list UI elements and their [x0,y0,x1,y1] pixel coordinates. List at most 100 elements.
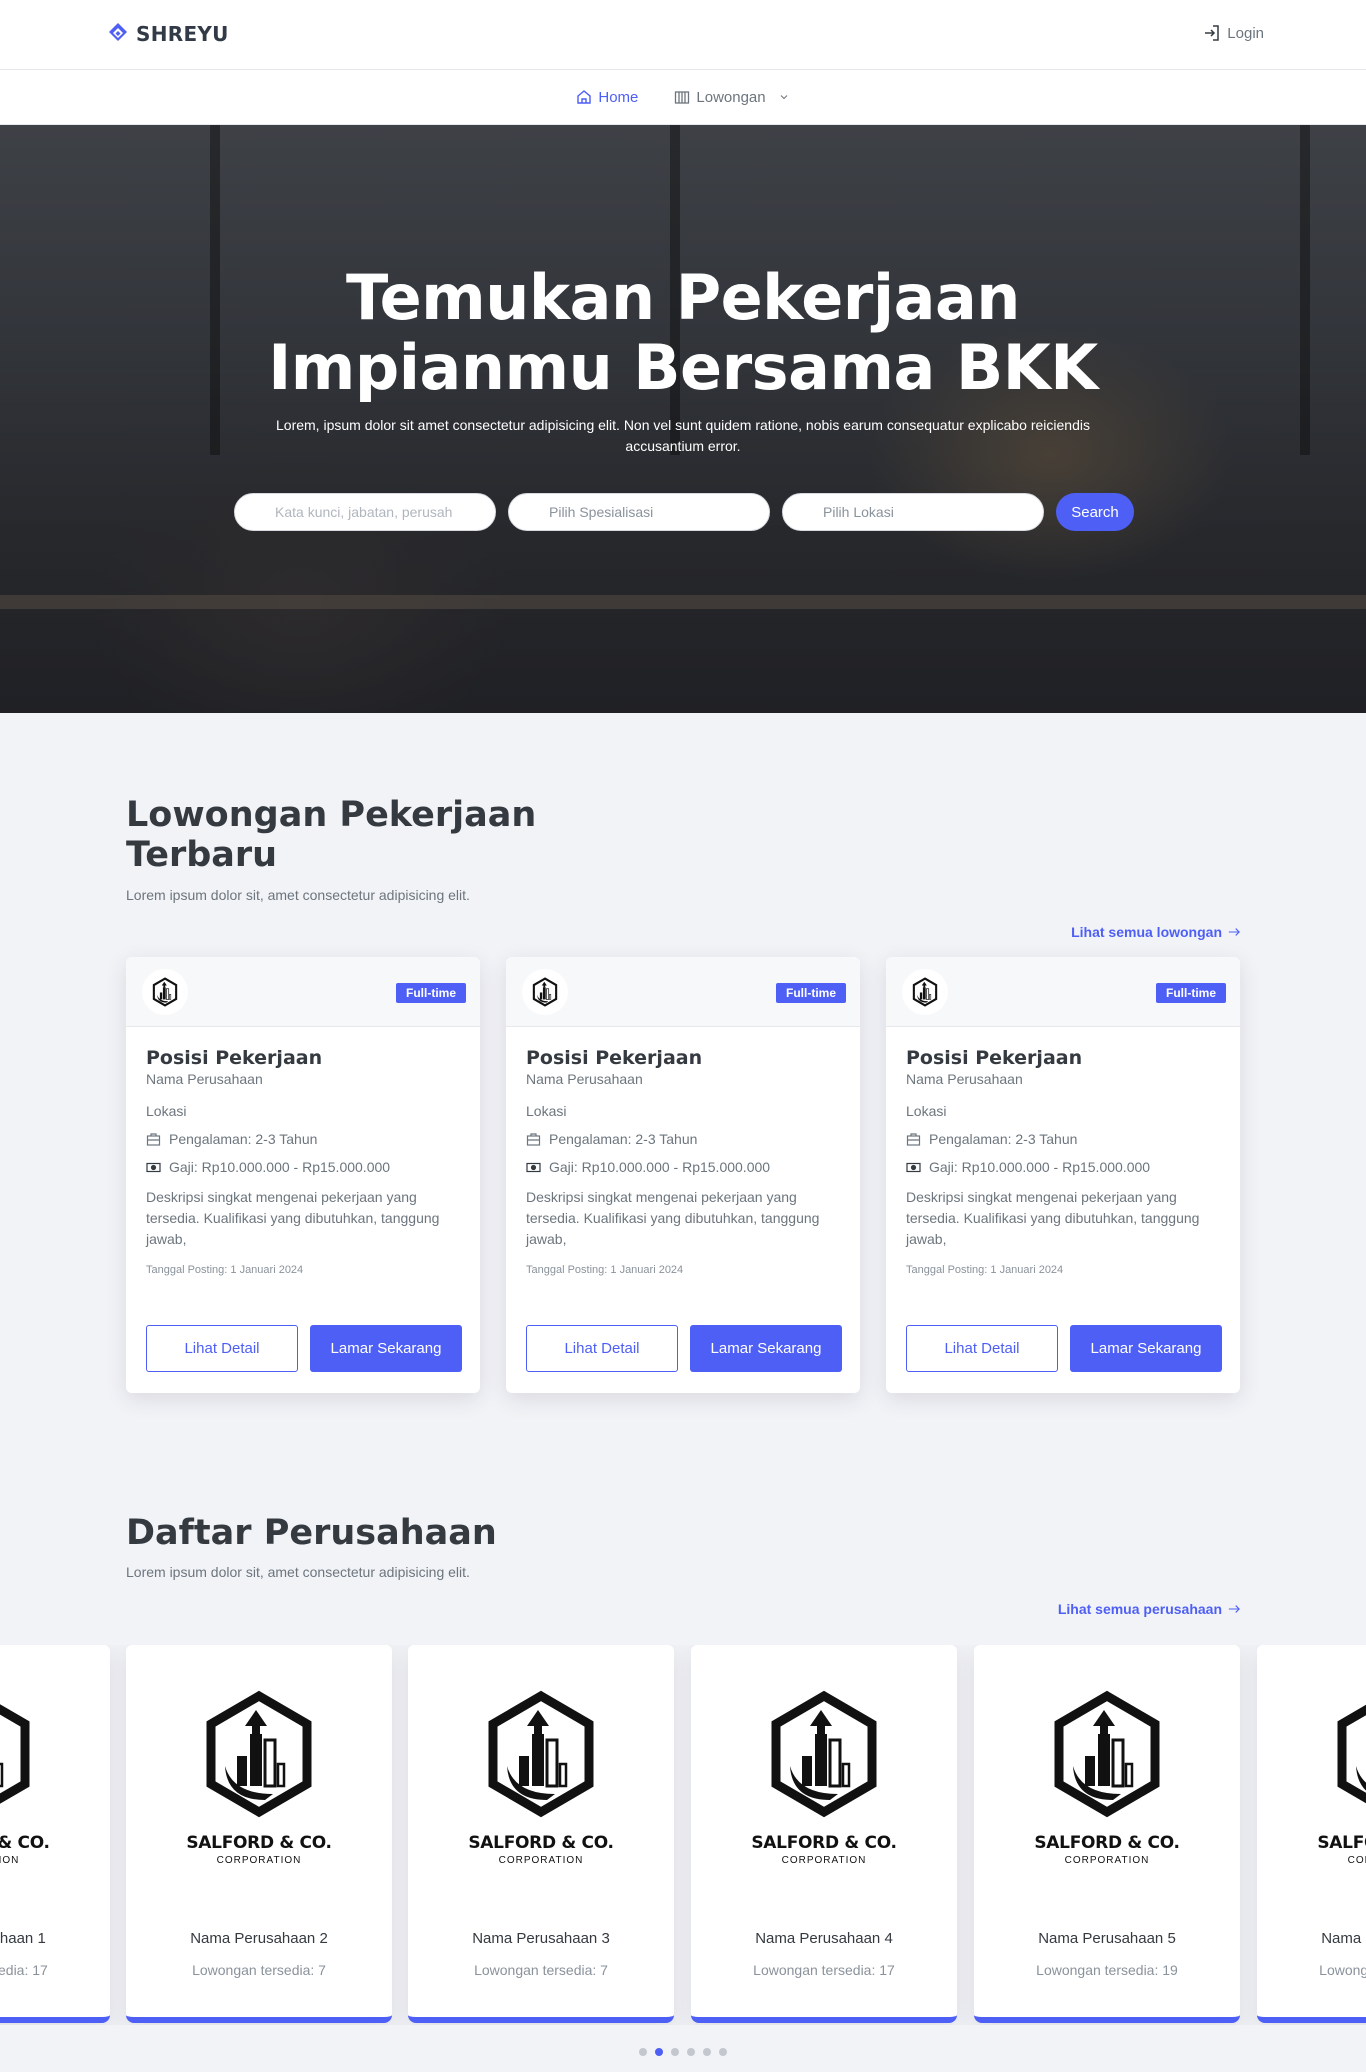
company-logo-subtext: CORPORATION [216,1855,302,1866]
carousel-dot[interactable] [719,2048,727,2056]
company-card[interactable]: SALFORD & CO. CORPORATION Nama Perusahaan … [691,1645,957,2023]
hero-title-line1: Temukan Pekerjaan [346,261,1020,334]
spesialisasi-select[interactable]: Pilih Spesialisasi [508,493,770,531]
job-card[interactable]: Full-time Posisi Pekerjaan Nama Perusahaan… [126,957,480,1393]
nav-home[interactable]: Home [576,89,638,106]
company-card[interactable]: SALFORD & CO. CORPORATION Nama Perusahaan … [1257,1645,1366,2023]
login-link[interactable]: Login [1203,24,1264,42]
carousel-dot[interactable] [671,2048,679,2056]
job-salary: Gaji: Rp10.000.000 - Rp15.000.000 [146,1159,460,1175]
job-posted-date: Tanggal Posting: 1 Januari 2024 [906,1264,1064,1276]
jobs-section-title: Lowongan Pekerjaan Terbaru [126,795,536,875]
job-card[interactable]: Full-time Posisi Pekerjaan Nama Perusahaan… [886,957,1240,1393]
company-logo-subtext: CORPORATION [781,1855,867,1866]
carousel-dot[interactable] [687,2048,695,2056]
company-name: Nama Perusahaan 2 [190,1930,328,1947]
arrow-right-icon [1228,1605,1240,1613]
brand[interactable]: SHREYU [108,22,229,46]
jobs-title-line1: Lowongan Pekerjaan [126,795,537,835]
view-all-jobs-label: Lihat semua lowongan [1071,924,1222,940]
company-logo-icon [1051,1690,1163,1823]
company-logo: SALFORD & CO. CORPORATION [691,1690,957,1866]
company-logo-icon [203,1690,315,1823]
view-all-companies-label: Lihat semua perusahaan [1057,1601,1222,1617]
job-location: Lokasi [906,1103,947,1119]
keyword-input[interactable]: Kata kunci, jabatan, perusah [234,493,496,531]
job-title[interactable]: Posisi Pekerjaan [526,1047,840,1069]
brand-logo-icon [109,23,127,41]
companies-section-title: Daftar Perusahaan [126,1513,497,1553]
nav-lowongan-label: Lowongan [696,88,766,106]
job-location: Lokasi [526,1103,567,1119]
carousel-dot[interactable] [639,2048,647,2056]
view-all-companies-link[interactable]: Lihat semua perusahaan [1058,1601,1240,1617]
main-nav: Home Lowongan [0,70,1366,125]
job-experience: Pengalaman: 2-3 Tahun [146,1131,460,1147]
company-openings: Lowongan tersedia: 17 [753,1962,895,1978]
job-card-header: Full-time [886,957,1240,1027]
search-button[interactable]: Search [1056,493,1134,531]
company-logo-wordmark: SALFORD & CO. [1317,1833,1366,1853]
money-icon [906,1162,921,1172]
company-logo: SALFORD & CO. CORPORATION [126,1690,392,1866]
company-logo-subtext: CORPORATION [1064,1855,1150,1866]
brand-name: SHREYU [136,22,229,46]
job-type-badge: Full-time [1156,983,1226,1003]
carousel-dot[interactable] [703,2048,711,2056]
job-salary-text: Gaji: Rp10.000.000 - Rp15.000.000 [169,1159,391,1175]
view-detail-button[interactable]: Lihat Detail [146,1325,298,1372]
hero-bg-desk [0,595,1366,609]
apply-now-button[interactable]: Lamar Sekarang [1070,1325,1222,1372]
jobs-section-description: Lorem ipsum dolor sit, amet consectetur … [126,887,470,903]
job-title[interactable]: Posisi Pekerjaan [906,1047,1220,1069]
company-carousel[interactable]: SALFORD & CO. CORPORATION Nama Perusahaan … [0,1645,1366,2025]
company-logo-wordmark: SALFORD & CO. [1034,1833,1180,1853]
company-logo: SALFORD & CO. CORPORATION [1257,1690,1366,1866]
job-location: Lokasi [146,1103,187,1119]
company-card[interactable]: SALFORD & CO. CORPORATION Nama Perusahaan … [408,1645,674,2023]
company-name: Nama Perusahaan 3 [472,1930,610,1947]
jobs-title-line2: Terbaru [126,835,278,875]
top-bar: SHREYU Login [0,0,1366,70]
nav-home-label: Home [598,88,639,106]
company-logo-subtext: CORPORATION [1347,1855,1366,1866]
company-openings: Lowongan tersedia: 7 [192,1962,326,1978]
carousel-dot[interactable] [655,2048,663,2056]
nav-lowongan-dropdown[interactable]: Lowongan [674,89,789,106]
company-logo-subtext: CORPORATION [498,1855,584,1866]
arrow-right-icon [1228,928,1240,936]
company-card[interactable]: SALFORD & CO. CORPORATION Nama Perusahaan … [0,1645,110,2023]
company-card[interactable]: SALFORD & CO. CORPORATION Nama Perusahaan … [974,1645,1240,2023]
company-logo-icon [485,1690,597,1823]
briefcase-icon [906,1132,921,1146]
briefcase-icon [526,1132,541,1146]
view-all-jobs-link[interactable]: Lihat semua lowongan [1071,924,1240,940]
money-icon [526,1162,541,1172]
company-openings: Lowongan tersedia: 12 [1319,1962,1366,1978]
apply-now-button[interactable]: Lamar Sekarang [690,1325,842,1372]
company-openings: Lowongan tersedia: 17 [0,1962,48,1978]
view-detail-button[interactable]: Lihat Detail [526,1325,678,1372]
view-detail-button[interactable]: Lihat Detail [906,1325,1058,1372]
job-posted-date: Tanggal Posting: 1 Januari 2024 [526,1264,684,1276]
lokasi-select[interactable]: Pilih Lokasi [782,493,1044,531]
hero-title-line2: Impianmu Bersama BKK [268,331,1098,404]
company-logo-wordmark: SALFORD & CO. [468,1833,614,1853]
building-icon [675,91,690,104]
job-experience-text: Pengalaman: 2-3 Tahun [169,1131,318,1147]
company-card[interactable]: SALFORD & CO. CORPORATION Nama Perusahaan … [126,1645,392,2023]
briefcase-icon [146,1132,161,1146]
hero-banner: Temukan Pekerjaan Impianmu Bersama BKK L… [0,125,1366,713]
job-salary: Gaji: Rp10.000.000 - Rp15.000.000 [526,1159,840,1175]
home-icon [577,90,592,104]
apply-now-button[interactable]: Lamar Sekarang [310,1325,462,1372]
company-openings: Lowongan tersedia: 19 [1036,1962,1178,1978]
hero-subtitle: Lorem, ipsum dolor sit amet consectetur … [276,417,1090,454]
job-card[interactable]: Full-time Posisi Pekerjaan Nama Perusahaan… [506,957,860,1393]
company-logo-icon [142,969,188,1015]
job-description: Deskripsi singkat mengenai pekerjaan yan… [906,1189,1200,1247]
job-title[interactable]: Posisi Pekerjaan [146,1047,460,1069]
company-logo-wordmark: SALFORD & CO. [751,1833,897,1853]
company-name: Nama Perusahaan 1 [0,1930,46,1947]
company-logo-icon [1334,1690,1366,1823]
